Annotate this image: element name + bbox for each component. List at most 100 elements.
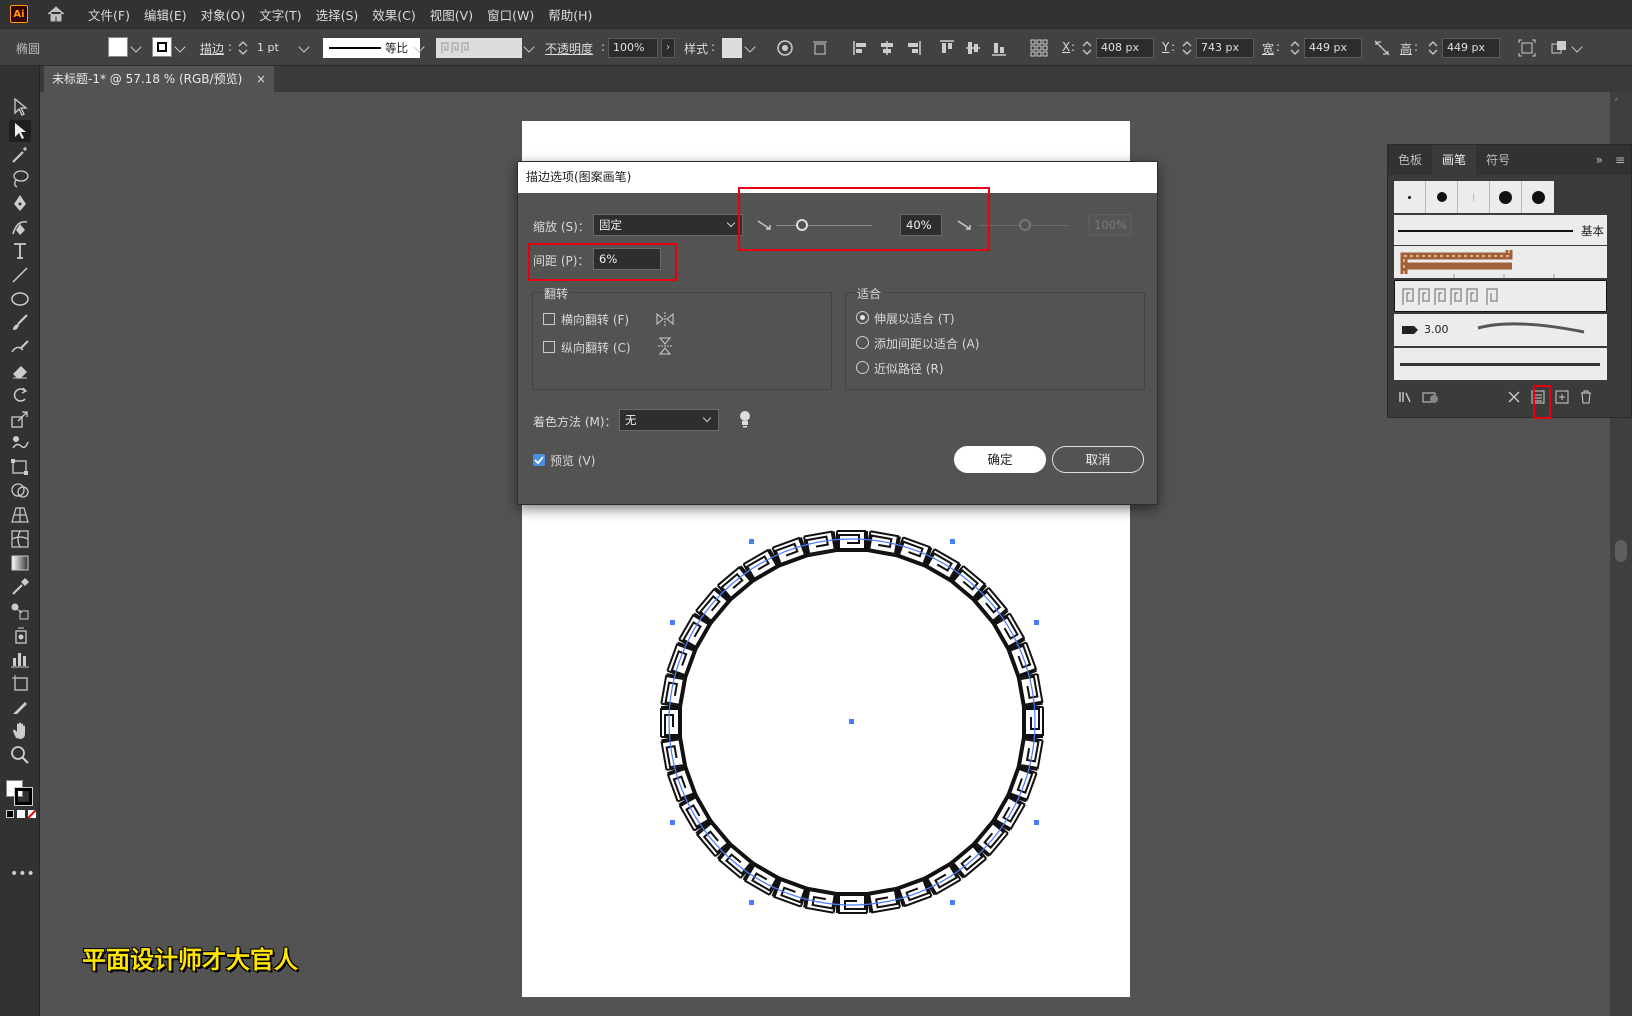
flip-horizontal-checkbox[interactable] — [543, 313, 555, 325]
align-top-icon[interactable] — [938, 39, 956, 57]
y-stepper-icon[interactable] — [1182, 39, 1192, 57]
menu-item[interactable]: 编辑(E) — [144, 5, 187, 24]
menu-item[interactable]: 选择(S) — [316, 5, 359, 24]
artboard-tool-icon[interactable] — [9, 672, 31, 694]
brush-dot-4[interactable] — [1490, 181, 1522, 213]
tab-swatches[interactable]: 色板 — [1388, 145, 1432, 175]
y-input[interactable]: 743 px — [1196, 38, 1254, 58]
style-dropdown-icon[interactable] — [744, 41, 756, 53]
lasso-tool-icon[interactable] — [9, 168, 31, 190]
scroll-thumb[interactable] — [1615, 540, 1627, 562]
scroll-up-icon[interactable]: ˄ — [1614, 98, 1619, 109]
line-tool-icon[interactable] — [9, 264, 31, 286]
fit-approximate-radio[interactable] — [856, 361, 869, 374]
libraries-panel-icon[interactable] — [1422, 389, 1440, 405]
transform-menu-icon[interactable] — [812, 39, 830, 57]
brush-dot-1[interactable] — [1394, 181, 1426, 213]
constrain-proportions-icon[interactable] — [1373, 39, 1391, 57]
home-icon[interactable] — [46, 5, 66, 23]
brush-libraries-icon[interactable] — [1398, 389, 1414, 405]
column-graph-tool-icon[interactable] — [9, 648, 31, 670]
brush-charcoal[interactable] — [1394, 348, 1607, 380]
align-right-icon[interactable] — [904, 39, 922, 57]
document-tab[interactable]: 未标题-1* @ 57.18 % (RGB/预览) × — [44, 66, 274, 92]
brush-definition-select[interactable] — [436, 38, 522, 58]
eraser-tool-icon[interactable] — [9, 360, 31, 382]
hand-tool-icon[interactable] — [9, 720, 31, 742]
arrange-icon[interactable] — [1550, 39, 1568, 57]
menu-item[interactable]: 帮助(H) — [548, 5, 592, 24]
menu-item[interactable]: 效果(C) — [372, 5, 415, 24]
fill-dropdown-icon[interactable] — [130, 41, 142, 53]
opacity-input[interactable]: 100% — [608, 38, 658, 58]
more-tools-icon[interactable]: ••• — [10, 866, 35, 882]
align-middle-icon[interactable] — [964, 39, 982, 57]
shaper-tool-icon[interactable] — [9, 336, 31, 358]
menu-item[interactable]: 文字(T) — [259, 5, 301, 24]
fill-swatch[interactable] — [108, 37, 128, 57]
curvature-tool-icon[interactable] — [9, 216, 31, 238]
selection-tool-icon[interactable] — [9, 96, 31, 118]
scale-dropdown-icon[interactable] — [726, 218, 736, 228]
direct-selection-tool-icon[interactable] — [9, 120, 31, 142]
x-stepper-icon[interactable] — [1082, 39, 1092, 57]
color-mode-icons[interactable] — [6, 810, 36, 820]
colorization-select[interactable]: 无 — [619, 409, 719, 431]
brush-dot-2[interactable] — [1426, 181, 1458, 213]
symbol-sprayer-tool-icon[interactable] — [9, 624, 31, 646]
zoom-tool-icon[interactable] — [9, 744, 31, 766]
align-left-icon[interactable] — [852, 39, 870, 57]
tips-lightbulb-icon[interactable] — [738, 410, 752, 428]
style-swatch[interactable] — [722, 38, 742, 58]
shape-builder-tool-icon[interactable] — [9, 480, 31, 502]
remove-brush-stroke-icon[interactable] — [1506, 389, 1522, 405]
eyedropper-tool-icon[interactable] — [9, 576, 31, 598]
rotate-tool-icon[interactable] — [9, 384, 31, 406]
brush-dropdown-icon[interactable] — [523, 41, 535, 53]
perspective-grid-tool-icon[interactable] — [9, 504, 31, 526]
align-bottom-icon[interactable] — [990, 39, 1008, 57]
preview-checkbox[interactable] — [533, 454, 545, 466]
height-stepper-icon[interactable] — [1428, 39, 1438, 57]
scale-select[interactable]: 固定 — [593, 214, 743, 236]
magic-wand-tool-icon[interactable] — [9, 144, 31, 166]
recolor-artwork-icon[interactable] — [776, 39, 794, 57]
brush-pattern-gold[interactable] — [1394, 246, 1607, 278]
delete-brush-icon[interactable] — [1578, 389, 1594, 405]
menu-item[interactable]: 视图(V) — [430, 5, 473, 24]
free-transform-tool-icon[interactable] — [9, 456, 31, 478]
brush-dot-5[interactable] — [1522, 181, 1554, 213]
stroke-swatch[interactable] — [152, 37, 172, 57]
brush-pattern-fret-selected[interactable] — [1394, 280, 1607, 312]
width-input[interactable]: 449 px — [1304, 38, 1362, 58]
new-brush-icon[interactable] — [1554, 389, 1570, 405]
blend-tool-icon[interactable] — [9, 600, 31, 622]
cancel-button[interactable]: 取消 — [1052, 446, 1144, 473]
type-tool-icon[interactable] — [9, 240, 31, 262]
stroke-stepper-icon[interactable] — [238, 39, 248, 57]
reference-point-icon[interactable] — [1030, 39, 1048, 57]
panel-menu-icon[interactable]: ≡ — [1609, 145, 1631, 175]
width-stepper-icon[interactable] — [1290, 39, 1300, 57]
flip-vertical-checkbox[interactable] — [543, 341, 555, 353]
ellipse-tool-icon[interactable] — [9, 288, 31, 310]
stroke-profile-select[interactable]: 等比 — [323, 38, 420, 58]
paintbrush-tool-icon[interactable] — [9, 312, 31, 334]
arrange-dropdown-icon[interactable] — [1571, 41, 1583, 53]
align-center-icon[interactable] — [878, 39, 896, 57]
menu-item[interactable]: 文件(F) — [88, 5, 130, 24]
stroke-weight-input[interactable]: 1 pt — [252, 38, 294, 58]
height-input[interactable]: 449 px — [1442, 38, 1500, 58]
stroke-dropdown-icon[interactable] — [174, 41, 186, 53]
fit-to-artboard-icon[interactable] — [1518, 39, 1536, 57]
warp-tool-icon[interactable] — [9, 432, 31, 454]
brush-basic[interactable]: 基本 — [1394, 215, 1607, 245]
x-input[interactable]: 408 px — [1096, 38, 1154, 58]
mesh-tool-icon[interactable] — [9, 528, 31, 550]
menu-item[interactable]: 窗口(W) — [487, 5, 534, 24]
pen-tool-icon[interactable] — [9, 192, 31, 214]
scale-tool-icon[interactable] — [9, 408, 31, 430]
colorization-dropdown-icon[interactable] — [702, 413, 712, 423]
tab-brushes[interactable]: 画笔 — [1432, 145, 1477, 175]
opacity-arrow-icon[interactable]: › — [661, 38, 675, 58]
